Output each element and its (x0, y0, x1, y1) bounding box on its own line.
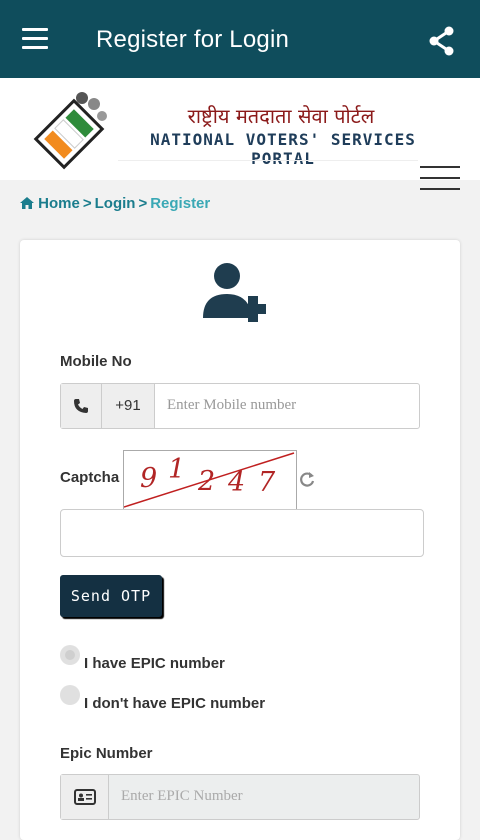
phone-icon (74, 399, 88, 413)
country-code: +91 (102, 384, 155, 428)
breadcrumb: Home > Login > Register (20, 195, 210, 212)
register-card: Mobile No +91 Captcha 9 1 2 4 7 Send OTP… (20, 240, 460, 840)
page-title: Register for Login (96, 26, 290, 53)
add-user-icon (203, 263, 266, 322)
captcha-label: Captcha (60, 469, 120, 486)
radio-no-epic-label: I don't have EPIC number (84, 695, 266, 712)
breadcrumb-home[interactable]: Home (38, 195, 80, 212)
epic-input-group (60, 774, 423, 820)
breadcrumb-login[interactable]: Login (95, 195, 136, 212)
radio-have-epic-label: I have EPIC number (84, 655, 225, 672)
home-icon (20, 197, 34, 209)
epic-label: Epic Number (60, 745, 153, 762)
hamburger-icon[interactable] (420, 166, 460, 192)
share-icon[interactable] (428, 26, 456, 56)
radio-button[interactable] (60, 685, 80, 705)
phone-addon (61, 384, 102, 428)
id-card-icon (74, 789, 96, 805)
refresh-icon[interactable] (298, 470, 316, 488)
send-otp-button[interactable]: Send OTP (60, 575, 162, 617)
portal-hindi-name: राष्ट्रीय मतदाता सेवा पोर्टल (187, 104, 375, 128)
breadcrumb-separator: > (138, 195, 148, 212)
menu-icon[interactable] (22, 28, 52, 50)
id-card-addon (61, 775, 109, 819)
epic-input[interactable] (109, 775, 423, 817)
app-bar: Register for Login (0, 0, 480, 78)
mobile-label: Mobile No (60, 353, 132, 370)
breadcrumb-current: Register (150, 195, 211, 212)
captcha-strike-line (124, 452, 295, 508)
breadcrumb-separator: > (82, 195, 92, 212)
mobile-input-group: +91 (60, 383, 420, 429)
captcha-input[interactable] (60, 509, 424, 557)
mobile-input[interactable] (155, 384, 419, 426)
portal-header: राष्ट्रीय मतदाता सेवा पोर्टल NATIONAL VO… (0, 78, 480, 180)
portal-english-name: NATIONAL VOTERS' SERVICES PORTAL (150, 130, 416, 168)
header-divider (118, 160, 418, 161)
radio-button-checked[interactable] (60, 645, 80, 665)
captcha-image: 9 1 2 4 7 (123, 450, 297, 510)
nvsp-logo (33, 92, 107, 170)
